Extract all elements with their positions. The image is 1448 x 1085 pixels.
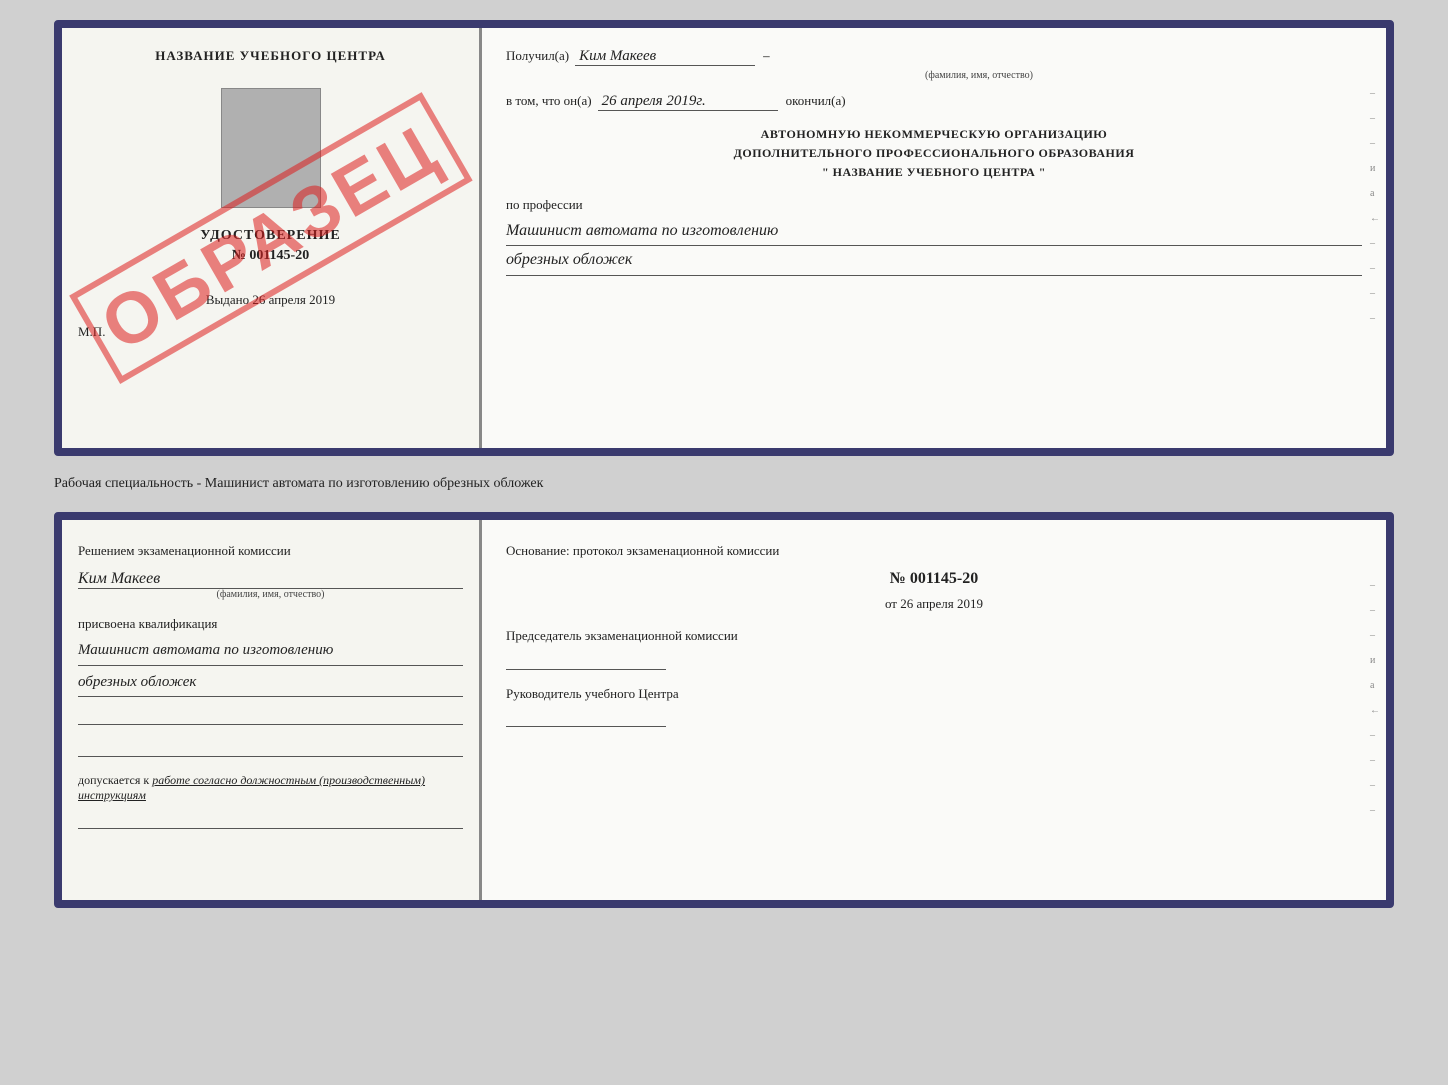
blank-line-1 — [78, 705, 463, 725]
top-doc-title: НАЗВАНИЕ УЧЕБНОГО ЦЕНТРА — [155, 48, 386, 64]
fio-sub-bottom: (фамилия, имя, отчество) — [78, 589, 463, 600]
resheniem-label: Решением экзаменационной комиссии — [78, 540, 463, 562]
top-doc-left: НАЗВАНИЕ УЧЕБНОГО ЦЕНТРА УДОСТОВЕРЕНИЕ №… — [62, 28, 482, 448]
rukovoditel-label: Руководитель учебного Центра — [506, 684, 1362, 704]
vydano-line: Выдано 26 апреля 2019 — [206, 292, 335, 308]
top-document: НАЗВАНИЕ УЧЕБНОГО ЦЕНТРА УДОСТОВЕРЕНИЕ №… — [54, 20, 1394, 456]
ot-label: от — [885, 596, 897, 611]
okoncil-label: окончил(а) — [786, 93, 846, 109]
vydano-label: Выдано — [206, 292, 249, 307]
bottom-document: Решением экзаменационной комиссии Ким Ма… — [54, 512, 1394, 908]
profession-line2-top: обрезных обложек — [506, 246, 1362, 276]
komissia-name: Ким Макеев — [78, 570, 463, 589]
vtom-date: 26 апреля 2019г. — [598, 93, 778, 111]
rukovoditel-signature-line — [506, 707, 666, 727]
fio-sub-top: (фамилия, имя, отчество) — [596, 70, 1362, 81]
ot-line: от 26 апреля 2019 — [506, 596, 1362, 612]
bottom-doc-right: Основание: протокол экзаменационной коми… — [482, 520, 1386, 900]
org-block: АВТОНОМНУЮ НЕКОММЕРЧЕСКУЮ ОРГАНИЗАЦИЮ ДО… — [506, 125, 1362, 183]
profession-line1-bottom: Машинист автомата по изготовлению — [78, 636, 463, 666]
blank-line-3 — [78, 809, 463, 829]
rukovoditel-block: Руководитель учебного Центра — [506, 684, 1362, 728]
mp-line: М.П. — [78, 324, 105, 340]
vydano-date: 26 апреля 2019 — [252, 292, 335, 307]
profession-line1-top: Машинист автомата по изготовлению — [506, 217, 1362, 247]
predsedatel-signature-line — [506, 650, 666, 670]
poluchil-name: Ким Макеев — [575, 48, 755, 66]
right-side-marks-top: – – – и а ← – – – – — [1370, 88, 1380, 324]
dopuskaetsya-label: допускается к — [78, 773, 149, 787]
udostoverenie-title: УДОСТОВЕРЕНИЕ — [200, 228, 340, 244]
dash1: – — [763, 48, 770, 64]
nomer-bottom: № 001145-20 — [506, 570, 1362, 588]
top-doc-right: Получил(a) Ким Макеев – (фамилия, имя, о… — [482, 28, 1386, 448]
org-line2: ДОПОЛНИТЕЛЬНОГО ПРОФЕССИОНАЛЬНОГО ОБРАЗО… — [506, 144, 1362, 163]
vtom-label: в том, что он(а) — [506, 93, 592, 109]
udostoverenie-block: УДОСТОВЕРЕНИЕ № 001145-20 — [200, 228, 340, 264]
blank-line-2 — [78, 737, 463, 757]
photo-placeholder — [221, 88, 321, 208]
ot-date: 26 апреля 2019 — [900, 596, 983, 611]
right-side-marks-bottom: – – – и а ← – – – – — [1370, 580, 1380, 816]
po-professii-label: по профессии — [506, 197, 1362, 213]
osnovanie-label: Основание: протокол экзаменационной коми… — [506, 540, 1362, 562]
predsedatel-block: Председатель экзаменационной комиссии — [506, 626, 1362, 670]
prisvoena-label: присвоена квалификация — [78, 616, 463, 632]
org-name: " НАЗВАНИЕ УЧЕБНОГО ЦЕНТРА " — [506, 163, 1362, 182]
profession-line2-bottom: обрезных обложек — [78, 668, 463, 698]
org-line1: АВТОНОМНУЮ НЕКОММЕРЧЕСКУЮ ОРГАНИЗАЦИЮ — [506, 125, 1362, 144]
poluchil-label: Получил(a) — [506, 48, 569, 64]
nomer-line: № 001145-20 — [200, 248, 340, 264]
bottom-doc-left: Решением экзаменационной комиссии Ким Ма… — [62, 520, 482, 900]
predsedatel-label: Председатель экзаменационной комиссии — [506, 626, 1362, 646]
dopuskaetsya-text: допускается к работе согласно должностны… — [78, 773, 463, 803]
specialty-text: Рабочая специальность - Машинист автомат… — [54, 472, 1394, 496]
